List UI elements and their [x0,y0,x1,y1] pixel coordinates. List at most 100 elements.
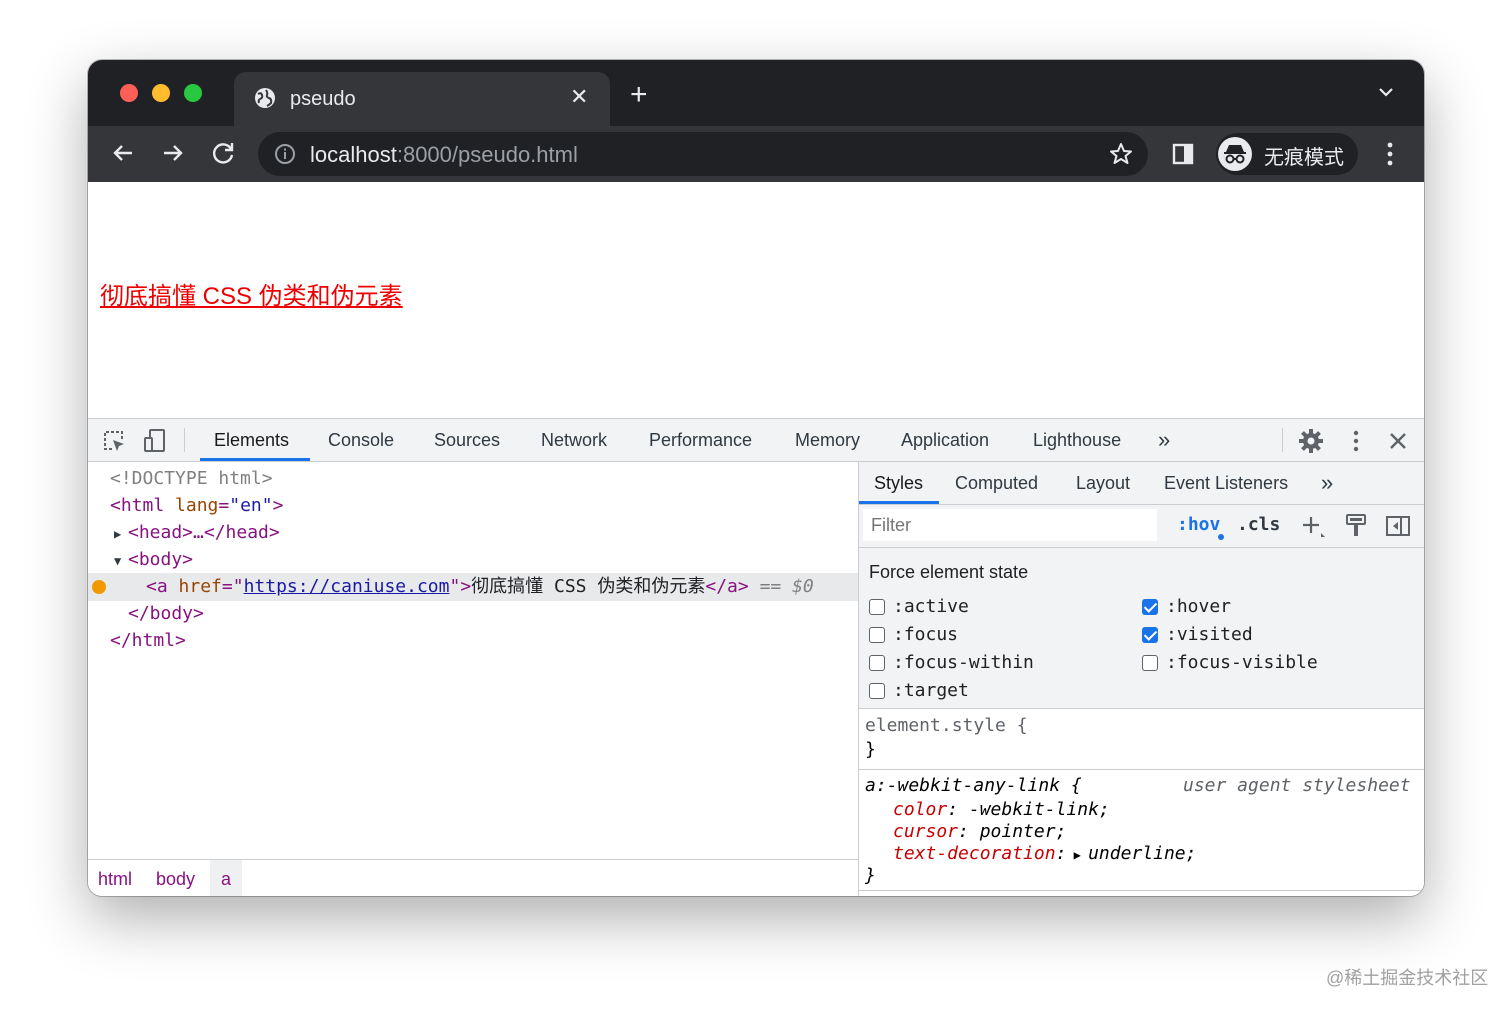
tab-application[interactable]: Application [901,430,989,451]
paint-roller-icon[interactable] [1345,513,1367,539]
devtools-menu-icon[interactable] [1346,429,1366,453]
dom-doctype[interactable]: <!DOCTYPE html> [110,466,273,492]
tab-elements[interactable]: Elements [214,430,289,451]
close-tab-icon[interactable]: ✕ [570,84,588,110]
active-sidebar-tab-indicator [859,501,939,504]
settings-gear-icon[interactable] [1298,428,1324,454]
expand-triangle-icon[interactable]: ▶ [114,521,128,547]
reload-icon[interactable] [208,138,238,168]
page-link[interactable]: 彻底搞懂 CSS 伪类和伪元素 [100,276,403,311]
state-visited[interactable]: :visited [1142,624,1253,645]
ua-source: user agent stylesheet [1183,775,1411,796]
url-text: localhost:8000/pseudo.html [310,142,578,167]
incognito-label: 无痕模式 [1264,147,1344,169]
minimize-window-button[interactable] [152,84,170,102]
inspect-element-icon[interactable] [102,429,126,453]
close-window-button[interactable] [120,84,138,102]
state-hover[interactable]: :hover [1142,596,1231,617]
watermark: @稀土掘金技术社区 [1326,968,1489,988]
target-checkbox[interactable] [869,683,885,699]
info-icon[interactable] [274,143,296,165]
tab-lighthouse[interactable]: Lighthouse [1033,430,1121,451]
toolbar-divider [1282,428,1283,452]
dom-a-node[interactable]: <a href="https://caniuse.com">彻底搞懂 CSS 伪… [146,574,814,600]
ua-prop-color: color: -webkit-link; [893,799,1110,820]
bookmark-star-icon[interactable] [1108,141,1134,167]
styles-filter-input[interactable] [863,509,1157,541]
breadcrumb-a[interactable]: a [221,869,231,890]
tab-styles[interactable]: Styles [874,473,923,494]
tab-sources[interactable]: Sources [434,430,500,451]
browser-window: pseudo ✕ + localhost:8000/pseudo.html 无痕… [88,60,1424,896]
element-style-close: } [865,739,876,760]
incognito-icon [1218,137,1252,171]
tab-title: pseudo [290,88,356,110]
breadcrumb-body[interactable]: body [156,869,195,890]
visited-checkbox[interactable] [1142,627,1158,643]
force-element-state: Force element state :active :focus :focu… [859,548,1424,709]
tab-layout[interactable]: Layout [1076,473,1130,494]
tab-pseudo[interactable]: pseudo ✕ [234,72,610,126]
active-checkbox[interactable] [869,599,885,615]
tab-memory[interactable]: Memory [795,430,860,451]
maximize-window-button[interactable] [184,84,202,102]
state-focus[interactable]: :focus [869,624,958,645]
breadcrumb: html body a [88,859,858,896]
state-target[interactable]: :target [869,680,969,701]
sidebar-tabbar: Styles Computed Layout Event Listeners » [859,462,1424,505]
element-style-rule: element.style { } [859,709,1424,770]
tab-network[interactable]: Network [541,430,607,451]
collapse-triangle-icon[interactable]: ▼ [114,548,128,574]
href-link[interactable]: https://caniuse.com [244,576,450,597]
more-tabs-icon[interactable]: » [1158,427,1170,453]
dom-html-node[interactable]: <html lang="en"> [110,493,283,519]
hover-checkbox[interactable] [1142,599,1158,615]
page-viewport: 彻底搞懂 CSS 伪类和伪元素 [88,182,1424,419]
dom-head-node[interactable]: ▶ <head>…</head> [114,520,280,547]
new-style-rule-icon[interactable] [1301,515,1325,539]
incognito-badge[interactable]: 无痕模式 [1216,133,1358,175]
device-toolbar-icon[interactable] [142,428,168,454]
console-ref: == $0 [759,576,814,597]
state-active[interactable]: :active [869,596,969,617]
tab-event-listeners[interactable]: Event Listeners [1164,473,1288,494]
styles-filter-bar: :hov .cls [859,505,1424,548]
cls-toggle[interactable]: .cls [1237,514,1280,535]
forward-icon[interactable] [158,138,188,168]
close-devtools-icon[interactable] [1388,431,1408,451]
styles-sidebar: Styles Computed Layout Event Listeners »… [858,462,1424,896]
ua-rule-close: } [865,865,876,886]
hov-toggle[interactable]: :hov [1177,514,1220,535]
address-bar[interactable]: localhost:8000/pseudo.html [258,132,1148,176]
force-state-title: Force element state [869,562,1029,582]
focus-checkbox[interactable] [869,627,885,643]
state-focus-within[interactable]: :focus-within [869,652,1034,673]
dom-body-close[interactable]: </body> [128,601,204,627]
dom-html-close[interactable]: </html> [110,628,186,654]
focus-within-checkbox[interactable] [869,655,885,671]
toolbar-divider [184,428,185,452]
browser-menu-icon[interactable] [1380,141,1400,167]
focus-visible-checkbox[interactable] [1142,655,1158,671]
ua-prop-cursor: cursor: pointer; [893,821,1067,842]
chevron-down-icon[interactable] [1378,86,1394,98]
hover-state-indicator-icon [92,580,106,594]
ua-prop-text-decoration: text-decoration: ▶ underline; [893,843,1197,864]
element-style-selector[interactable]: element.style { [865,715,1028,737]
breadcrumb-html[interactable]: html [98,869,132,890]
dom-body-node[interactable]: ▼ <body> [114,547,193,574]
devtools-tabbar: Elements Console Sources Network Perform… [88,419,1424,462]
state-focus-visible[interactable]: :focus-visible [1142,652,1318,673]
back-icon[interactable] [108,138,138,168]
side-panel-icon[interactable] [1172,143,1194,165]
tab-console[interactable]: Console [328,430,394,451]
ua-stylesheet-rule: a:-webkit-any-link { user agent styleshe… [859,770,1424,891]
expand-shorthand-icon[interactable]: ▶ [1066,848,1088,862]
active-tab-indicator [200,458,310,461]
hov-active-dot [1218,534,1224,540]
more-sidebar-tabs-icon[interactable]: » [1321,470,1333,496]
new-tab-icon[interactable]: + [630,80,648,110]
tab-computed[interactable]: Computed [955,473,1038,494]
tab-performance[interactable]: Performance [649,430,752,451]
toggle-sidebar-icon[interactable] [1385,515,1411,537]
